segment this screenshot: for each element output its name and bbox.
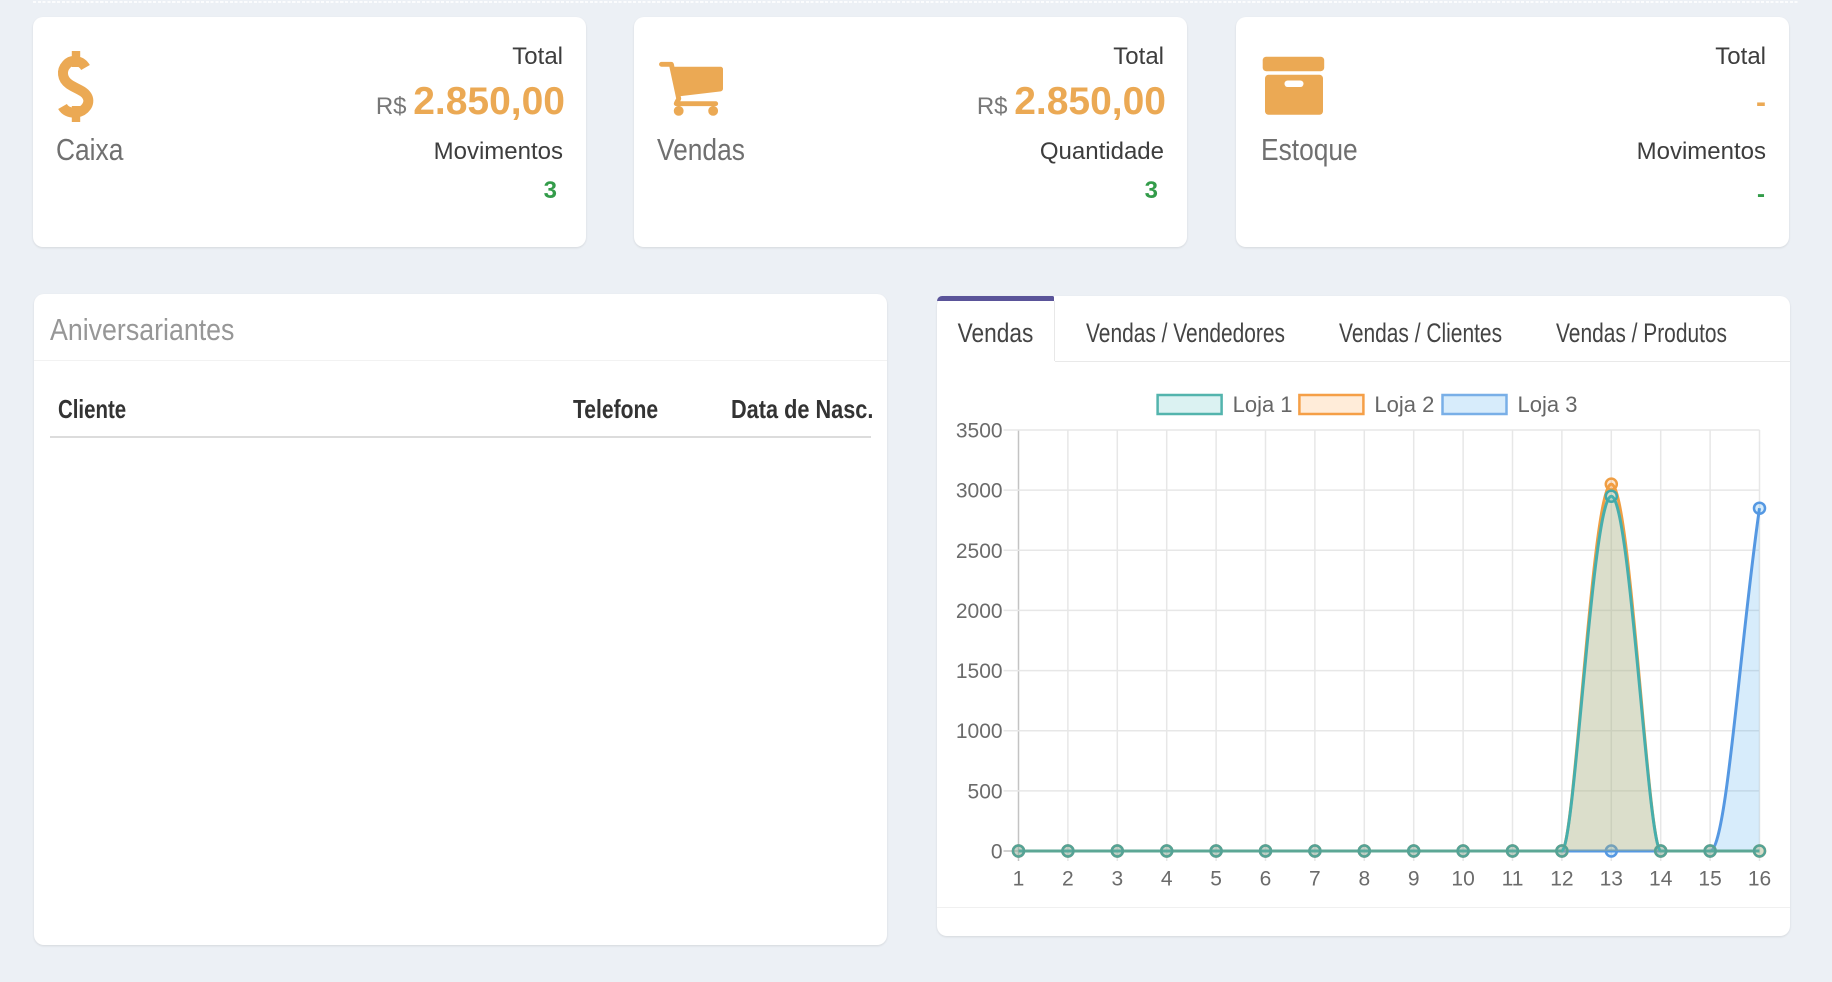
svg-text:3000: 3000 [956,480,1003,503]
svg-text:14: 14 [1649,867,1673,890]
svg-text:2500: 2500 [956,540,1003,563]
svg-text:16: 16 [1748,867,1771,890]
svg-text:1: 1 [1013,867,1025,890]
svg-text:Loja 3: Loja 3 [1518,392,1578,417]
svg-text:15: 15 [1698,867,1721,890]
svg-text:0: 0 [991,841,1003,864]
svg-text:12: 12 [1550,867,1573,890]
svg-text:5: 5 [1210,867,1222,890]
svg-text:Loja 2: Loja 2 [1374,392,1434,417]
svg-text:4: 4 [1161,867,1173,890]
svg-text:500: 500 [968,780,1003,803]
svg-text:10: 10 [1451,867,1474,890]
svg-text:1000: 1000 [956,720,1003,743]
svg-text:Loja 1: Loja 1 [1233,392,1293,417]
svg-text:6: 6 [1260,867,1272,890]
svg-text:8: 8 [1358,867,1370,890]
svg-text:13: 13 [1600,867,1623,890]
svg-text:2000: 2000 [956,600,1003,623]
svg-text:11: 11 [1502,867,1524,890]
svg-text:3: 3 [1111,867,1123,890]
svg-text:1500: 1500 [956,660,1003,683]
svg-text:2: 2 [1062,867,1074,890]
svg-text:3500: 3500 [956,420,1003,443]
svg-text:9: 9 [1408,867,1420,890]
svg-text:7: 7 [1309,867,1321,890]
